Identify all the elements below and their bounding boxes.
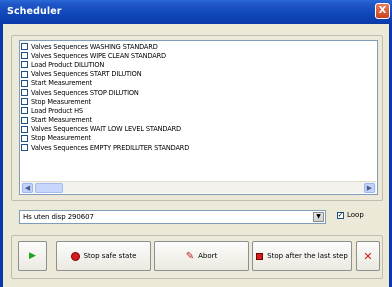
step-label: Valves Sequences WASHING STANDARD [31, 42, 158, 51]
loop-label: Loop [347, 211, 364, 219]
step-label: Valves Sequences START DILUTION [31, 70, 142, 79]
stop-after-last-step-button[interactable]: Stop after the last step [252, 241, 352, 271]
window-title: Scheduler [7, 6, 62, 17]
stop-sign-icon [70, 251, 80, 261]
step-label: Load Product HS [31, 106, 83, 115]
stop-safe-state-label: Stop safe state [83, 252, 137, 260]
step-row[interactable]: Load Product DILUTION [21, 60, 376, 69]
close-icon: X [378, 5, 387, 16]
step-label: Valves Sequences WIPE CLEAN STANDARD [31, 51, 166, 60]
step-row[interactable]: Start Measurement [21, 116, 376, 125]
cancel-button[interactable]: ✕ [356, 241, 380, 271]
scroll-thumb[interactable] [35, 183, 63, 193]
title-bar[interactable]: Scheduler X [0, 0, 392, 24]
stop-after-last-step-label: Stop after the last step [267, 252, 348, 260]
loop-checkbox[interactable]: ✓ [337, 211, 344, 219]
stop-square-icon [256, 252, 264, 260]
step-label: Load Product DILUTION [31, 60, 105, 69]
play-icon: ▶ [29, 251, 36, 261]
step-checkbox[interactable] [21, 144, 28, 152]
step-checkbox[interactable] [21, 125, 28, 133]
step-label: Start Measurement [31, 116, 92, 125]
abort-label: Abort [198, 252, 218, 260]
step-label: Valves Sequences EMPTY PREDILUTER STANDA… [31, 143, 190, 152]
step-label: Valves Sequences STOP DILUTION [31, 88, 139, 97]
sequence-dropdown-button[interactable]: ▼ [313, 212, 324, 222]
step-checkbox[interactable] [21, 116, 28, 124]
sequence-select[interactable]: Hs uten disp 290607 ▼ [19, 210, 326, 224]
step-checkbox[interactable] [21, 134, 28, 142]
scroll-right-button[interactable]: ▶ [364, 183, 375, 193]
step-checkbox[interactable] [21, 89, 28, 97]
run-button[interactable]: ▶ [18, 241, 47, 271]
step-row[interactable]: Valves Sequences STOP DILUTION [21, 88, 376, 97]
cancel-icon: ✕ [363, 249, 373, 263]
window-frame-left [0, 24, 3, 287]
close-button[interactable]: X [375, 3, 390, 19]
step-checkbox[interactable] [21, 107, 28, 115]
step-checkbox[interactable] [21, 98, 28, 106]
steps-list[interactable]: Valves Sequences WASHING STANDARD Valves … [19, 40, 378, 195]
step-checkbox[interactable] [21, 79, 28, 87]
step-label: Start Measurement [31, 79, 92, 88]
chevron-right-icon: ▶ [366, 184, 373, 192]
step-row[interactable]: Stop Measurement [21, 134, 376, 143]
step-checkbox[interactable] [21, 52, 28, 60]
step-row[interactable]: Valves Sequences START DILUTION [21, 70, 376, 79]
step-label: Stop Measurement [31, 97, 91, 106]
loop-toggle[interactable]: ✓ Loop [337, 211, 364, 219]
sequence-select-value: Hs uten disp 290607 [23, 213, 94, 221]
step-row[interactable]: Valves Sequences WIPE CLEAN STANDARD [21, 51, 376, 60]
chevron-down-icon: ▼ [316, 213, 321, 220]
horizontal-scrollbar[interactable]: ◀ ▶ [21, 181, 376, 193]
chevron-left-icon: ◀ [24, 184, 31, 192]
abort-icon: ✎ [185, 250, 195, 262]
scheduler-window: Scheduler X Valves Sequences WASHING STA… [0, 0, 392, 287]
step-checkbox[interactable] [21, 43, 28, 51]
step-row[interactable]: Load Product HS [21, 106, 376, 115]
step-checkbox[interactable] [21, 70, 28, 78]
stop-safe-state-button[interactable]: Stop safe state [56, 241, 151, 271]
step-row[interactable]: Stop Measurement [21, 97, 376, 106]
step-row[interactable]: Valves Sequences WASHING STANDARD [21, 42, 376, 51]
step-row[interactable]: Valves Sequences WAIT LOW LEVEL STANDARD [21, 125, 376, 134]
step-row[interactable]: Valves Sequences EMPTY PREDILUTER STANDA… [21, 143, 376, 152]
step-checkbox[interactable] [21, 61, 28, 69]
abort-button[interactable]: ✎ Abort [154, 241, 249, 271]
step-label: Valves Sequences WAIT LOW LEVEL STANDARD [31, 125, 181, 134]
scroll-left-button[interactable]: ◀ [22, 183, 33, 193]
step-row[interactable]: Start Measurement [21, 79, 376, 88]
step-label: Stop Measurement [31, 134, 91, 143]
steps-list-items: Valves Sequences WASHING STANDARD Valves … [21, 42, 376, 152]
